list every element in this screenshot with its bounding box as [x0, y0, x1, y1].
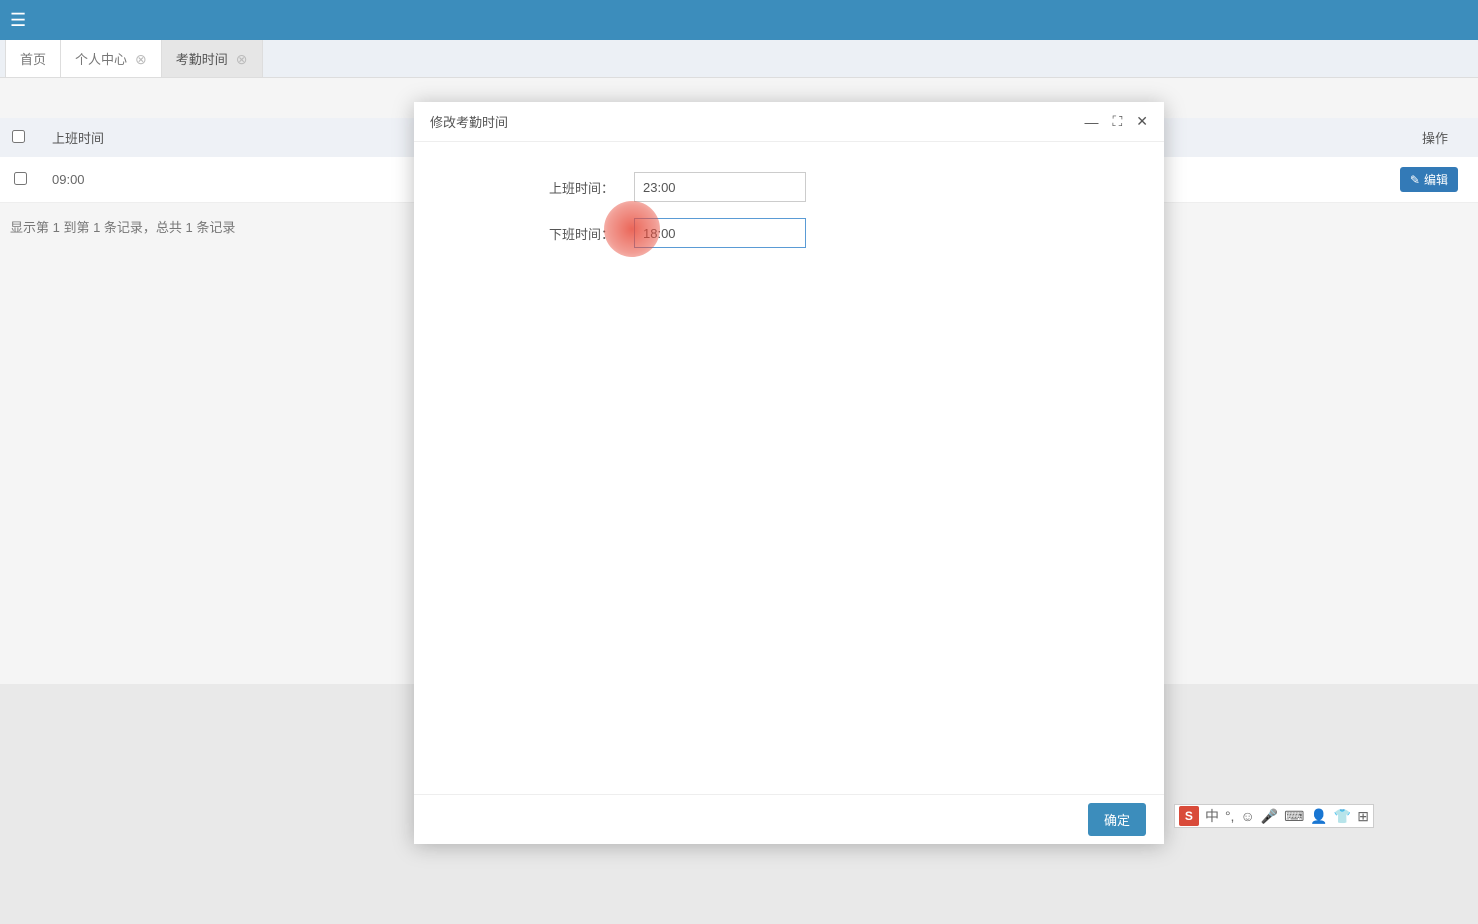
maximize-icon[interactable]: ⛶	[1112, 113, 1122, 130]
ime-lang[interactable]: 中	[1205, 806, 1219, 826]
label-checkout: 下班时间：	[454, 224, 634, 243]
edit-attendance-modal: 修改考勤时间 — ⛶ ✕ 上班时间： 下班时间： 确定	[414, 102, 1164, 844]
header-checkbox-cell	[0, 118, 40, 157]
row-checkbox[interactable]	[14, 172, 27, 185]
confirm-button[interactable]: 确定	[1088, 803, 1146, 836]
edit-button[interactable]: ✎ 编辑	[1400, 167, 1458, 192]
modal-title: 修改考勤时间	[430, 112, 508, 131]
ime-punct-icon[interactable]: °,	[1225, 808, 1235, 824]
tab-home[interactable]: 首页	[5, 40, 61, 77]
modal-controls: — ⛶ ✕	[1084, 113, 1148, 130]
hamburger-icon[interactable]: ☰	[10, 10, 26, 31]
ime-emoji-icon[interactable]: ☺	[1240, 808, 1254, 824]
modal-header: 修改考勤时间 — ⛶ ✕	[414, 102, 1164, 142]
tab-bar: 首页 个人中心 ⊗ 考勤时间 ⊗	[0, 40, 1478, 78]
modal-footer: 确定	[414, 794, 1164, 844]
modal-body: 上班时间： 下班时间：	[414, 142, 1164, 794]
ime-mic-icon[interactable]: 🎤	[1261, 808, 1278, 825]
tab-profile[interactable]: 个人中心 ⊗	[61, 40, 162, 77]
tab-label: 个人中心	[75, 49, 127, 68]
checkin-time-input[interactable]	[634, 172, 806, 202]
ime-keyboard-icon[interactable]: ⌨	[1284, 808, 1304, 825]
select-all-checkbox[interactable]	[12, 130, 25, 143]
label-checkin: 上班时间：	[454, 178, 634, 197]
close-icon[interactable]: ⊗	[236, 52, 248, 66]
top-bar: ☰	[0, 0, 1478, 40]
ime-grid-icon[interactable]: ⊞	[1357, 808, 1369, 825]
form-row-checkin: 上班时间：	[454, 172, 1124, 202]
tab-label: 考勤时间	[176, 49, 228, 68]
ime-logo-icon[interactable]: S	[1179, 806, 1199, 826]
form-row-checkout: 下班时间：	[454, 218, 1124, 248]
edit-label: 编辑	[1424, 171, 1448, 188]
ime-skin-icon[interactable]: 👕	[1334, 808, 1351, 825]
close-icon[interactable]: ✕	[1136, 113, 1148, 130]
checkout-time-input[interactable]	[634, 218, 806, 248]
tab-attendance[interactable]: 考勤时间 ⊗	[162, 40, 263, 77]
row-checkbox-cell	[0, 157, 40, 203]
minimize-icon[interactable]: —	[1084, 114, 1098, 130]
ime-toolbar[interactable]: S 中 °, ☺ 🎤 ⌨ 👤 👕 ⊞	[1174, 804, 1374, 828]
ime-person-icon[interactable]: 👤	[1310, 808, 1327, 825]
edit-icon: ✎	[1410, 173, 1420, 187]
tab-label: 首页	[20, 49, 46, 68]
close-icon[interactable]: ⊗	[135, 52, 147, 66]
